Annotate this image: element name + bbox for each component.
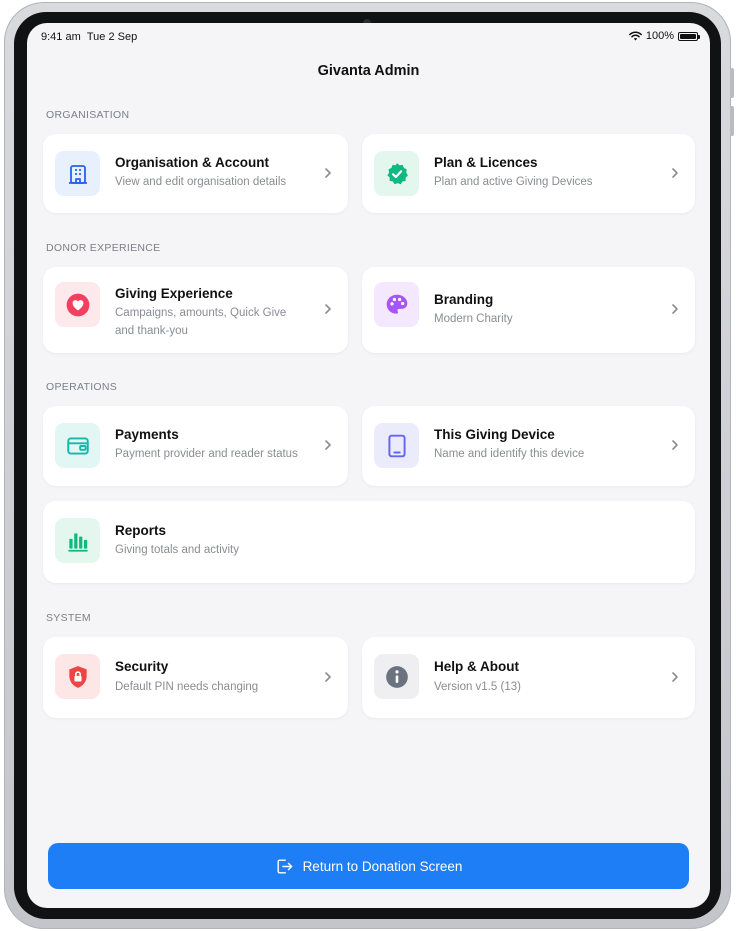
organisation-account-subtitle: View and edit organisation details — [115, 176, 287, 188]
chevron-right-icon — [325, 440, 331, 450]
status-bar-right: 100% — [628, 30, 700, 42]
volume-down-button — [730, 106, 734, 136]
heart-icon — [55, 282, 100, 327]
giving-experience-card[interactable]: Giving Experience Campaigns, amounts, Qu… — [43, 267, 348, 353]
admin-screen: 9:41 am Tue 2 Sep 100% Givanta Admin ORG… — [27, 23, 710, 908]
reports-card[interactable]: Reports Giving totals and activity — [43, 501, 695, 583]
palette-icon — [374, 282, 419, 327]
organisation-account-card[interactable]: Organisation & Account View and edit org… — [43, 134, 348, 213]
chevron-right-icon — [672, 304, 678, 314]
return-to-donation-label: Return to Donation Screen — [302, 858, 463, 874]
status-bar-left: 9:41 am Tue 2 Sep — [41, 31, 137, 43]
card-icon — [55, 423, 100, 468]
section-donor-experience: DONOR EXPERIENCE — [46, 242, 161, 254]
payments-card[interactable]: Payments Payment provider and reader sta… — [43, 406, 348, 486]
giving-experience-subtitle-line1: Campaigns, amounts, Quick Give — [115, 307, 287, 319]
giving-device-title: This Giving Device — [434, 427, 555, 442]
help-about-subtitle: Version v1.5 (13) — [434, 681, 521, 693]
chevron-right-icon — [325, 168, 331, 178]
volume-up-button — [730, 68, 734, 98]
verified-badge-icon — [374, 151, 419, 196]
lock-shield-icon — [55, 654, 100, 699]
bar-chart-icon — [55, 518, 100, 563]
battery-percent: 100% — [645, 30, 674, 42]
info-icon — [374, 654, 419, 699]
status-time: 9:41 am — [41, 31, 81, 43]
exit-icon — [277, 858, 292, 874]
page-title: Givanta Admin — [317, 63, 420, 79]
reports-subtitle: Giving totals and activity — [115, 544, 240, 556]
giving-device-card[interactable]: This Giving Device Name and identify thi… — [362, 406, 695, 486]
section-operations: OPERATIONS — [46, 381, 118, 393]
battery-icon — [678, 31, 700, 41]
branding-card[interactable]: Branding Modern Charity — [362, 267, 695, 353]
section-organisation: ORGANISATION — [46, 109, 130, 121]
branding-title: Branding — [434, 292, 494, 307]
status-date: Tue 2 Sep — [86, 31, 138, 43]
payments-title: Payments — [115, 427, 179, 442]
wifi-icon — [628, 31, 642, 41]
branding-subtitle: Modern Charity — [434, 313, 513, 325]
plan-licences-subtitle: Plan and active Giving Devices — [434, 176, 593, 188]
giving-device-subtitle: Name and identify this device — [434, 448, 585, 460]
chevron-right-icon — [325, 304, 331, 314]
security-title: Security — [115, 659, 169, 674]
return-to-donation-button[interactable]: Return to Donation Screen — [48, 843, 689, 889]
giving-experience-subtitle-line2: and thank-you — [115, 325, 188, 337]
chevron-right-icon — [672, 672, 678, 682]
help-about-card[interactable]: Help & About Version v1.5 (13) — [362, 637, 695, 718]
tablet-icon — [374, 423, 419, 468]
reports-title: Reports — [115, 523, 167, 538]
chevron-right-icon — [672, 168, 678, 178]
organisation-account-title: Organisation & Account — [115, 155, 270, 170]
section-system: SYSTEM — [46, 612, 91, 624]
help-about-title: Help & About — [434, 659, 519, 674]
plan-licences-title: Plan & Licences — [434, 155, 538, 170]
payments-subtitle: Payment provider and reader status — [115, 448, 298, 460]
plan-licences-card[interactable]: Plan & Licences Plan and active Giving D… — [362, 134, 695, 213]
building-icon — [55, 151, 100, 196]
giving-experience-title: Giving Experience — [115, 286, 233, 301]
security-subtitle: Default PIN needs changing — [115, 681, 259, 693]
security-card[interactable]: Security Default PIN needs changing — [43, 637, 348, 718]
chevron-right-icon — [672, 440, 678, 450]
chevron-right-icon — [325, 672, 331, 682]
